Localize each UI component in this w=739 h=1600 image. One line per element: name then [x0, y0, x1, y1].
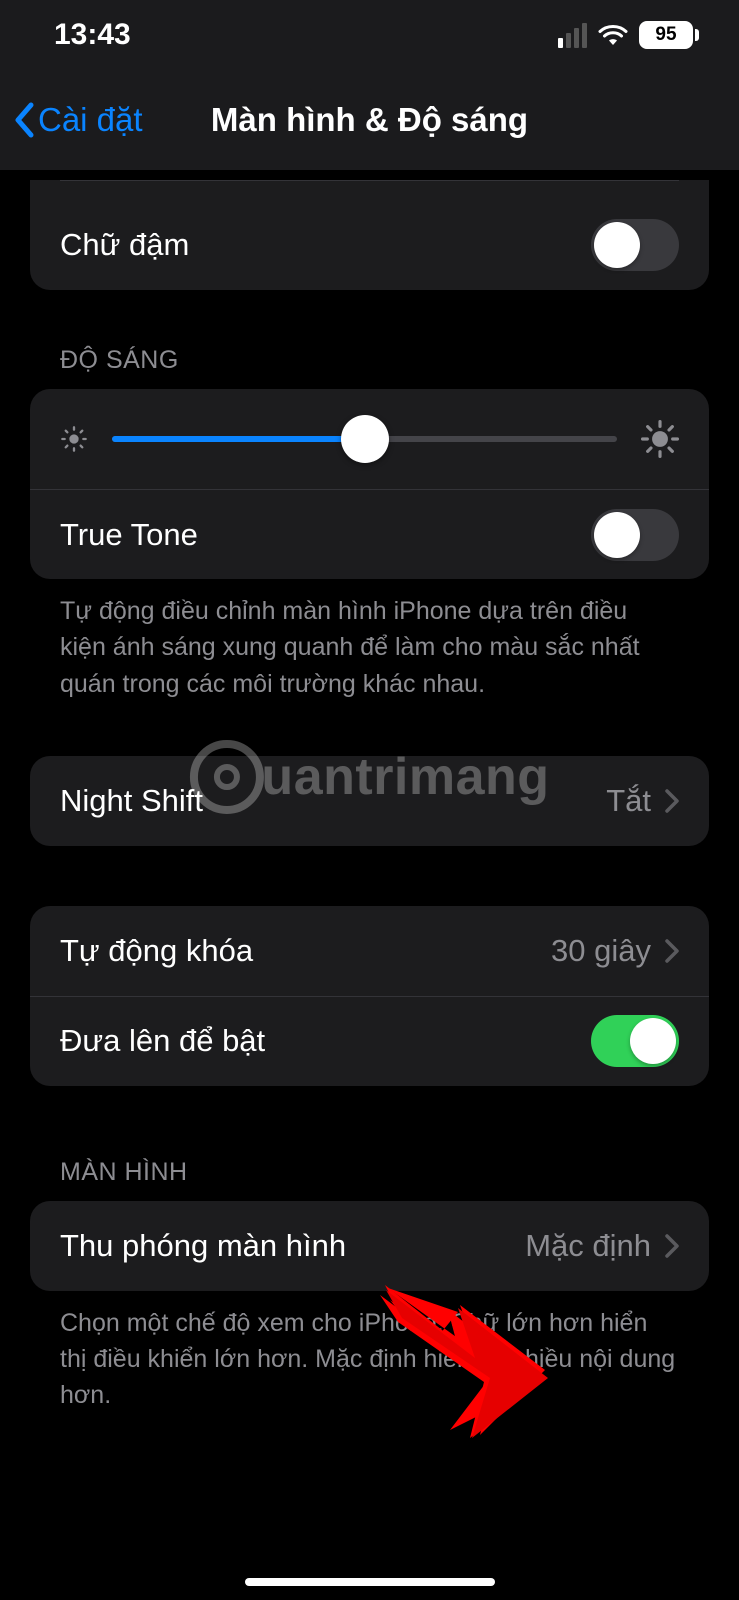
bold-text-row[interactable]: Chữ đậm	[30, 200, 709, 290]
wifi-icon	[597, 23, 629, 47]
display-zoom-value: Mặc định	[525, 1228, 651, 1264]
display-zoom-label: Thu phóng màn hình	[60, 1228, 346, 1264]
raise-to-wake-label: Đưa lên để bật	[60, 1023, 265, 1059]
home-indicator[interactable]	[245, 1578, 495, 1586]
true-tone-switch[interactable]	[591, 509, 679, 561]
auto-lock-row[interactable]: Tự động khóa 30 giây	[30, 906, 709, 996]
brightness-section-label: ĐỘ SÁNG	[30, 346, 709, 389]
display-section-label: MÀN HÌNH	[30, 1158, 709, 1201]
lock-group: Tự động khóa 30 giây Đưa lên để bật	[30, 906, 709, 1086]
display-zoom-footer: Chọn một chế độ xem cho iPhone. Chữ lớn …	[30, 1291, 709, 1414]
content-scroll[interactable]: Chữ đậm ĐỘ SÁNG	[0, 170, 739, 1600]
brightness-min-icon	[60, 425, 88, 453]
navigation-bar: Cài đặt Màn hình & Độ sáng	[0, 70, 739, 170]
status-right: 95	[558, 21, 699, 49]
auto-lock-value: 30 giây	[551, 933, 651, 969]
battery-icon: 95	[639, 21, 699, 49]
display-zoom-row[interactable]: Thu phóng màn hình Mặc định	[30, 1201, 709, 1291]
brightness-group: True Tone	[30, 389, 709, 579]
night-shift-value: Tắt	[606, 783, 651, 819]
brightness-slider[interactable]	[112, 436, 617, 442]
true-tone-row[interactable]: True Tone	[30, 489, 709, 579]
bold-text-label: Chữ đậm	[60, 227, 189, 263]
chevron-right-icon	[665, 789, 679, 813]
raise-to-wake-switch[interactable]	[591, 1015, 679, 1067]
chevron-left-icon	[12, 101, 36, 139]
back-label: Cài đặt	[38, 101, 143, 139]
auto-lock-label: Tự động khóa	[60, 933, 253, 969]
brightness-slider-row[interactable]	[30, 389, 709, 489]
status-time: 13:43	[54, 18, 131, 52]
raise-to-wake-row[interactable]: Đưa lên để bật	[30, 996, 709, 1086]
chevron-right-icon	[665, 939, 679, 963]
brightness-slider-thumb[interactable]	[341, 415, 389, 463]
true-tone-label: True Tone	[60, 517, 198, 553]
battery-percent: 95	[639, 21, 693, 49]
night-shift-row[interactable]: Night Shift Tắt	[30, 756, 709, 846]
true-tone-footer: Tự động điều chỉnh màn hình iPhone dựa t…	[30, 579, 709, 702]
back-button[interactable]: Cài đặt	[12, 101, 143, 139]
chevron-right-icon	[665, 1234, 679, 1258]
night-shift-group: Night Shift Tắt	[30, 756, 709, 846]
text-group: Chữ đậm	[30, 180, 709, 290]
night-shift-label: Night Shift	[60, 783, 203, 819]
display-zoom-group: Thu phóng màn hình Mặc định	[30, 1201, 709, 1291]
status-bar: 13:43 95	[0, 0, 739, 70]
cellular-signal-icon	[558, 23, 587, 48]
brightness-max-icon	[641, 420, 679, 458]
bold-text-switch[interactable]	[591, 219, 679, 271]
